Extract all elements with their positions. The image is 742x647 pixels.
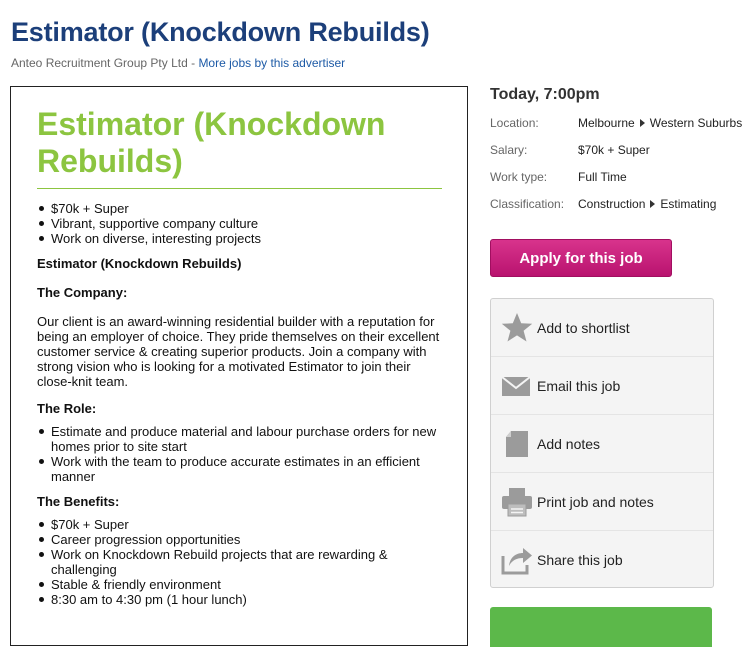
list-item: Career progression opportunities bbox=[39, 532, 447, 547]
benefits-list: $70k + Super Career progression opportun… bbox=[37, 517, 447, 607]
company-name: Anteo Recruitment Group Pty Ltd bbox=[11, 56, 188, 70]
tool-label: Add to shortlist bbox=[537, 320, 630, 336]
tool-label: Add notes bbox=[537, 436, 601, 452]
company-heading: The Company: bbox=[37, 285, 128, 300]
classification-value: Construction Estimating bbox=[578, 197, 716, 211]
classification-subcategory[interactable]: Estimating bbox=[660, 197, 716, 211]
green-action-button[interactable] bbox=[490, 607, 712, 647]
printer-icon bbox=[502, 488, 532, 517]
apply-button[interactable]: Apply for this job bbox=[490, 239, 672, 277]
ad-divider bbox=[37, 188, 442, 189]
benefits-heading: The Benefits: bbox=[37, 494, 120, 509]
work-type-value: Full Time bbox=[578, 170, 627, 184]
salary-label: Salary: bbox=[490, 143, 528, 157]
tool-label: Print job and notes bbox=[537, 494, 654, 510]
posted-date: Today, 7:00pm bbox=[490, 86, 600, 103]
highlights-list: $70k + Super Vibrant, supportive company… bbox=[37, 201, 447, 246]
role-list: Estimate and produce material and labour… bbox=[37, 424, 447, 484]
page-title: Estimator (Knockdown Rebuilds) bbox=[11, 17, 430, 47]
role-heading: The Role: bbox=[37, 401, 97, 416]
add-to-shortlist-button[interactable]: Add to shortlist bbox=[491, 299, 713, 357]
job-tools-panel: Add to shortlist Email this job Add note… bbox=[490, 298, 714, 588]
star-icon bbox=[501, 313, 533, 342]
ad-title: Estimator (Knockdown Rebuilds) bbox=[37, 106, 386, 179]
work-type-label: Work type: bbox=[490, 170, 548, 184]
caret-right-icon bbox=[650, 200, 656, 209]
list-item: Vibrant, supportive company culture bbox=[39, 216, 447, 231]
location-city[interactable]: Melbourne bbox=[578, 116, 635, 130]
print-job-button[interactable]: Print job and notes bbox=[491, 473, 713, 531]
advertiser-line: Anteo Recruitment Group Pty Ltd - More j… bbox=[11, 56, 345, 70]
caret-right-icon bbox=[639, 119, 645, 128]
list-item: Stable & friendly environment bbox=[39, 577, 447, 592]
location-label: Location: bbox=[490, 116, 539, 130]
classification-label: Classification: bbox=[490, 197, 565, 211]
company-description: Our client is an award-winning residenti… bbox=[37, 314, 440, 389]
separator: - bbox=[187, 56, 199, 70]
list-item: $70k + Super bbox=[39, 201, 447, 216]
add-notes-button[interactable]: Add notes bbox=[491, 415, 713, 473]
list-item: Work with the team to produce accurate e… bbox=[39, 454, 447, 484]
ad-body: $70k + Super Vibrant, supportive company… bbox=[37, 201, 447, 607]
list-item: Work on diverse, interesting projects bbox=[39, 231, 447, 246]
classification-category[interactable]: Construction bbox=[578, 197, 645, 211]
location-value: Melbourne Western Suburbs bbox=[578, 116, 742, 130]
list-item: Estimate and produce material and labour… bbox=[39, 424, 447, 454]
share-icon bbox=[501, 548, 532, 575]
location-area[interactable]: Western Suburbs bbox=[650, 116, 742, 130]
tool-label: Email this job bbox=[537, 378, 621, 394]
share-job-button[interactable]: Share this job bbox=[491, 531, 713, 589]
email-job-button[interactable]: Email this job bbox=[491, 357, 713, 415]
ad-subtitle: Estimator (Knockdown Rebuilds) bbox=[37, 256, 242, 271]
more-jobs-link[interactable]: More jobs by this advertiser bbox=[198, 56, 345, 70]
list-item: Work on Knockdown Rebuild projects that … bbox=[39, 547, 447, 577]
tool-label: Share this job bbox=[537, 552, 623, 568]
list-item: $70k + Super bbox=[39, 517, 447, 532]
list-item: 8:30 am to 4:30 pm (1 hour lunch) bbox=[39, 592, 447, 607]
envelope-icon bbox=[501, 376, 531, 396]
note-icon bbox=[506, 431, 528, 457]
job-ad-panel: Estimator (Knockdown Rebuilds) $70k + Su… bbox=[10, 86, 468, 646]
salary-value: $70k + Super bbox=[578, 143, 650, 157]
